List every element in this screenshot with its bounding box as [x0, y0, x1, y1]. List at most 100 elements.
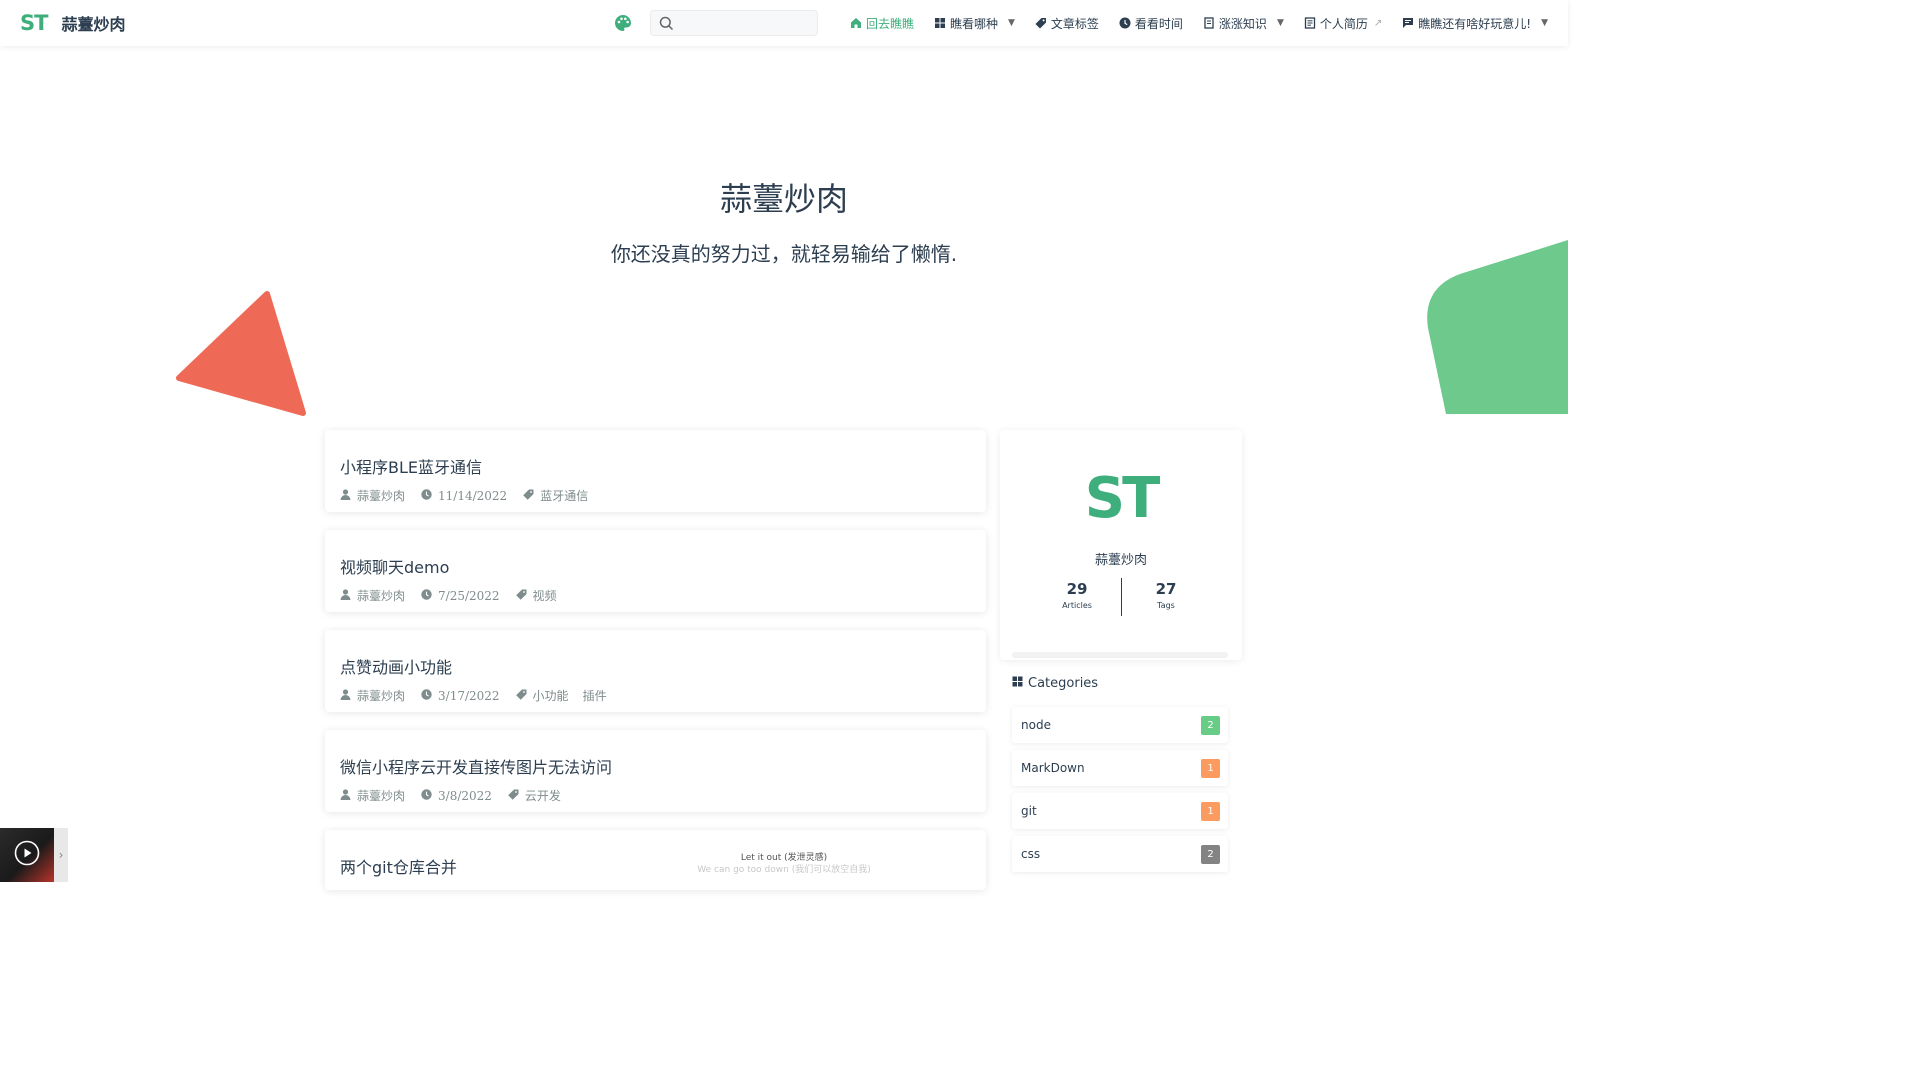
home-icon	[850, 17, 862, 29]
article-title[interactable]: 小程序BLE蓝牙通信	[340, 454, 971, 478]
article-card[interactable]: 两个git仓库合并	[325, 830, 986, 890]
stat-tags[interactable]: 27 Tags	[1126, 580, 1206, 610]
tag-icon	[515, 589, 527, 603]
nav-knowledge-label: 涨涨知识	[1218, 16, 1267, 31]
clock-icon	[421, 588, 432, 603]
category-item-markdown[interactable]: MarkDown 1	[1012, 750, 1228, 786]
article-tag[interactable]: 视频	[533, 587, 557, 604]
category-count-badge: 2	[1201, 844, 1220, 864]
nav-timeline[interactable]: 看看时间	[1119, 15, 1183, 32]
chevron-down-icon: ▼	[1276, 18, 1284, 28]
chevron-right-icon: ›	[58, 848, 64, 862]
article-date: 11/14/2022	[438, 488, 508, 503]
tag-icon	[515, 689, 527, 703]
category-item-git[interactable]: git 1	[1012, 793, 1228, 829]
site-logo[interactable]: ST	[20, 11, 48, 35]
article-author: 蒜薹炒肉	[357, 789, 406, 803]
nav-more[interactable]: 瞧瞧还有啥好玩意儿! ▼	[1402, 15, 1548, 32]
articles-label: Articles	[1062, 601, 1092, 610]
player-toggle[interactable]: ›	[54, 828, 68, 882]
search-box	[649, 10, 818, 36]
profile-card	[1000, 430, 1242, 660]
article-card[interactable]: 微信小程序云开发直接传图片无法访问 蒜薹炒肉 3/8/2022 云开发	[325, 730, 986, 812]
article-card[interactable]: 小程序BLE蓝牙通信 蒜薹炒肉 11/14/2022 蓝牙通信	[325, 430, 986, 512]
article-title[interactable]: 点赞动画小功能	[340, 654, 971, 678]
categories-heading: Categories	[1012, 676, 1098, 691]
decorative-green-shape	[1427, 240, 1568, 414]
external-link-icon: ↗	[1373, 17, 1383, 29]
nav-timeline-label: 看看时间	[1134, 16, 1183, 31]
article-title[interactable]: 微信小程序云开发直接传图片无法访问	[340, 754, 971, 778]
nav-categories-label: 瞧看哪种	[949, 16, 998, 31]
doc-icon	[1304, 17, 1316, 29]
articles-count: 29	[1066, 580, 1088, 598]
book-icon	[1203, 17, 1215, 29]
profile-name: 蒜薹炒肉	[1094, 553, 1147, 568]
article-tag[interactable]: 小功能	[533, 687, 569, 704]
chat-icon	[1402, 17, 1414, 29]
tags-label: Tags	[1157, 601, 1175, 610]
nav-right: 回去瞧瞧 瞧看哪种 ▼ 文章标签 看看时间 涨涨知识 ▼ 个人简历 ↗ 瞧瞧还有…	[614, 10, 1548, 36]
tag-icon	[523, 489, 534, 503]
category-item-node[interactable]: node 2	[1012, 707, 1228, 743]
grid-icon	[1012, 676, 1023, 691]
clock-icon	[421, 688, 432, 703]
nav-categories[interactable]: 瞧看哪种 ▼	[934, 15, 1015, 32]
nav-knowledge[interactable]: 涨涨知识 ▼	[1203, 15, 1284, 32]
category-count-badge: 1	[1201, 758, 1220, 778]
stat-divider	[1121, 578, 1122, 616]
site-title[interactable]: 蒜薹炒肉	[61, 11, 125, 35]
nav-tags-label: 文章标签	[1050, 16, 1099, 31]
decorative-triangle	[176, 291, 306, 416]
nav-resume-label: 个人简历	[1319, 16, 1368, 31]
chevron-down-icon: ▼	[1007, 18, 1015, 28]
clock-icon	[421, 488, 432, 503]
music-player-cover[interactable]	[0, 828, 54, 882]
article-tag[interactable]: 蓝牙通信	[540, 487, 588, 504]
nav-more-label: 瞧瞧还有啥好玩意儿!	[1418, 16, 1532, 31]
search-icon	[659, 16, 673, 31]
nav-tags[interactable]: 文章标签	[1035, 15, 1099, 32]
stat-articles[interactable]: 29 Articles	[1037, 580, 1117, 610]
hero-description: 你还没真的努力过，就轻易输给了懒惰.	[610, 242, 958, 266]
article-card[interactable]: 视频聊天demo 蒜薹炒肉 7/25/2022 视频	[325, 530, 986, 612]
tag-icon	[508, 789, 519, 803]
article-author: 蒜薹炒肉	[357, 489, 406, 503]
article-tag[interactable]: 云开发	[525, 787, 561, 804]
grid-icon	[934, 17, 946, 29]
article-meta: 蒜薹炒肉 7/25/2022 视频	[340, 587, 971, 604]
user-icon	[340, 588, 351, 603]
brand[interactable]: ST 蒜薹炒肉	[20, 11, 125, 35]
nav-home-label: 回去瞧瞧	[865, 16, 914, 31]
article-tag[interactable]: 插件	[583, 687, 607, 704]
play-icon[interactable]	[14, 840, 40, 870]
search-input[interactable]	[650, 11, 817, 35]
categories-heading-label: Categories	[1028, 676, 1099, 691]
article-title[interactable]: 视频聊天demo	[340, 554, 971, 578]
article-author: 蒜薹炒肉	[357, 589, 406, 603]
nav-resume[interactable]: 个人简历 ↗	[1304, 15, 1382, 32]
article-date: 3/8/2022	[438, 788, 492, 803]
article-date: 7/25/2022	[438, 588, 500, 603]
palette-icon[interactable]	[614, 14, 632, 32]
clock-icon	[421, 788, 432, 803]
article-author: 蒜薹炒肉	[357, 689, 406, 703]
category-name: css	[1021, 847, 1041, 861]
article-date: 3/17/2022	[438, 688, 500, 703]
avatar: ST	[1084, 466, 1161, 531]
article-card[interactable]: 点赞动画小功能 蒜薹炒肉 3/17/2022 小功能 插件	[325, 630, 986, 712]
article-title[interactable]: 两个git仓库合并	[340, 854, 971, 878]
category-count-badge: 2	[1201, 715, 1220, 735]
article-meta: 蒜薹炒肉 11/14/2022 蓝牙通信	[340, 487, 971, 504]
nav-home[interactable]: 回去瞧瞧	[850, 15, 914, 32]
category-item-css[interactable]: css 2	[1012, 836, 1228, 872]
user-icon	[340, 788, 351, 803]
lyric-translation: We can go too down (我们可以放空自我)	[697, 865, 871, 875]
chevron-down-icon: ▼	[1541, 18, 1548, 28]
tags-count: 27	[1155, 580, 1177, 598]
category-count-badge: 1	[1201, 801, 1220, 821]
category-name: node	[1021, 718, 1051, 732]
article-meta: 蒜薹炒肉 3/17/2022 小功能 插件	[340, 687, 971, 704]
hero-title: 蒜薹炒肉	[719, 180, 848, 218]
navbar: ST 蒜薹炒肉 回去瞧瞧 瞧看哪种 ▼ 文章标签 看看时间 涨涨知识 ▼ 个人简…	[0, 0, 1568, 46]
